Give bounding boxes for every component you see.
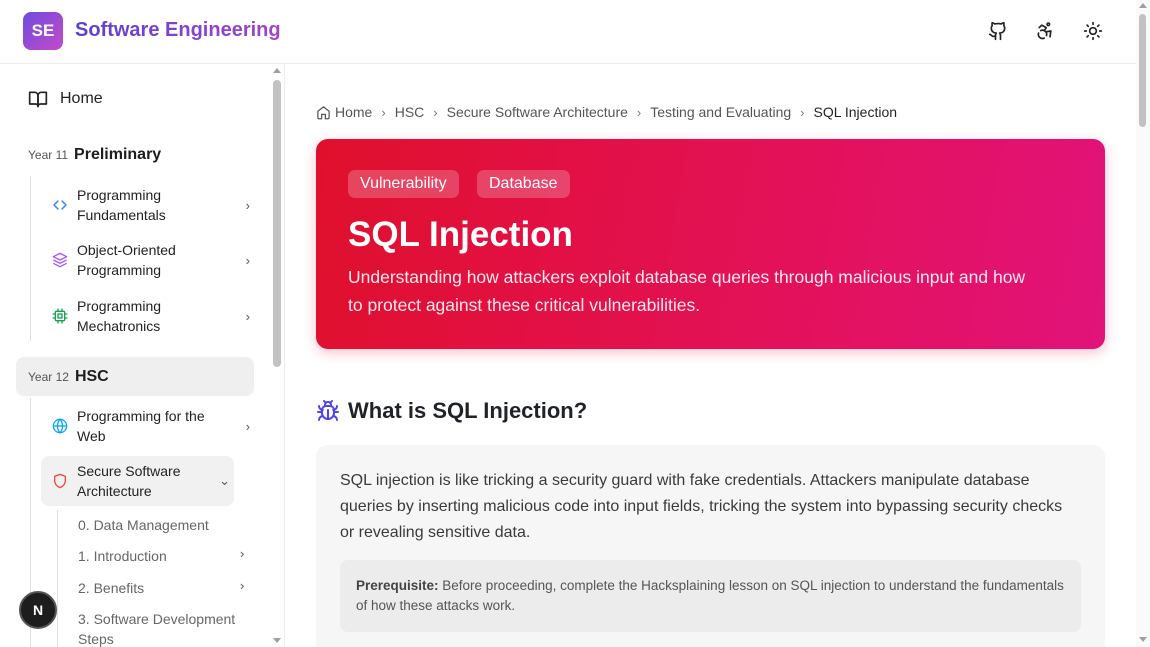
year-tag: Year 12 [28, 370, 69, 384]
sub-item-data-management[interactable]: 0. Data Management [78, 515, 238, 535]
scroll-up-arrow[interactable] [1139, 3, 1147, 8]
sidebar-item-label: Object-Oriented Programming [77, 242, 176, 278]
bug-icon [317, 400, 339, 421]
prerequisite-label: Prerequisite: [356, 578, 439, 593]
sidebar-scrollbar[interactable] [270, 64, 284, 647]
accessibility-icon[interactable] [1032, 18, 1058, 44]
breadcrumb-secure-software-architecture[interactable]: Secure Software Architecture [447, 104, 628, 120]
prerequisite-text: Before proceeding, complete the Hackspla… [356, 578, 1064, 613]
chevron-right-icon: › [381, 104, 386, 120]
breadcrumb-hsc[interactable]: HSC [395, 104, 425, 120]
code-brackets-icon [50, 197, 70, 213]
tree-line [57, 510, 58, 647]
github-icon[interactable] [985, 18, 1011, 44]
hero-banner: Vulnerability Database SQL Injection Und… [316, 139, 1105, 349]
section-body: SQL injection is like tricking a securit… [340, 472, 1063, 541]
section-heading: What is SQL Injection? [316, 398, 587, 424]
breadcrumb-home[interactable]: Home [335, 104, 372, 120]
chevron-right-icon: › [800, 104, 805, 120]
sub-item-software-development-steps[interactable]: 3. Software Development Steps [78, 609, 238, 647]
chevron-right-icon: › [240, 546, 245, 561]
logo-badge[interactable]: SE [23, 12, 63, 50]
globe-icon [50, 418, 70, 434]
breadcrumb-current: SQL Injection [813, 104, 898, 120]
chevron-right-icon: › [245, 418, 250, 434]
chevron-right-icon: › [240, 578, 245, 593]
tag-vulnerability: Vulnerability [348, 170, 459, 198]
content-card: SQL injection is like tricking a securit… [316, 445, 1105, 647]
year-name: HSC [74, 368, 109, 385]
breadcrumb: Home › HSC › Secure Software Architectur… [316, 104, 897, 120]
sidebar-home-link[interactable]: Home [28, 89, 103, 109]
tree-line [30, 176, 31, 341]
home-icon[interactable] [316, 105, 331, 120]
scroll-down-arrow[interactable] [1139, 637, 1147, 642]
page-title: SQL Injection [348, 215, 573, 254]
sidebar-item-label: Programming for the Web [77, 408, 205, 444]
chevron-right-icon: › [433, 104, 438, 120]
year-11-heading[interactable]: Year 11 Preliminary [28, 146, 161, 164]
home-label: Home [60, 90, 103, 107]
sidebar-item-label: Programming Fundamentals [77, 187, 166, 223]
sidebar-item-object-oriented-programming[interactable]: Object-Oriented Programming › [42, 240, 256, 280]
shield-icon [50, 473, 70, 489]
chip-icon [50, 308, 70, 324]
layers-icon [50, 252, 70, 268]
year-name: Preliminary [74, 146, 162, 163]
chevron-down-icon: ⌄ [219, 473, 230, 488]
sidebar-item-programming-for-the-web[interactable]: Programming for the Web › [42, 406, 256, 446]
site-title[interactable]: Software Engineering [75, 19, 281, 42]
chevron-right-icon: › [636, 104, 642, 120]
sidebar-item-secure-software-architecture[interactable]: Secure Software Architecture ⌄ [42, 461, 256, 501]
scroll-down-arrow[interactable] [273, 638, 281, 643]
tag-database: Database [477, 170, 570, 198]
chevron-right-icon: › [245, 252, 250, 268]
sub-item-benefits[interactable]: 2. Benefits [78, 578, 238, 598]
chevron-right-icon: › [245, 308, 250, 324]
top-header: SE Software Engineering [0, 0, 1136, 64]
page-subtitle: Understanding how attackers exploit data… [348, 267, 1026, 315]
page-scrollbar[interactable] [1136, 0, 1150, 647]
sub-item-introduction[interactable]: 1. Introduction [78, 546, 238, 566]
sidebar-item-programming-mechatronics[interactable]: Programming Mechatronics › [42, 296, 256, 336]
scroll-up-arrow[interactable] [273, 68, 281, 73]
sidebar-item-programming-fundamentals[interactable]: Programming Fundamentals › [42, 185, 256, 225]
theme-sun-icon[interactable] [1080, 18, 1106, 44]
sidebar-scrollbar-thumb[interactable] [273, 80, 281, 367]
chevron-right-icon: › [245, 197, 250, 213]
user-avatar[interactable]: N [19, 591, 57, 629]
sidebar: Home Year 11 Preliminary Programming Fun… [0, 64, 285, 647]
sidebar-item-label: Programming Mechatronics [77, 298, 162, 334]
breadcrumb-testing-and-evaluating[interactable]: Testing and Evaluating [650, 104, 791, 120]
sidebar-item-label: Secure Software Architecture [77, 463, 181, 499]
book-open-icon [28, 91, 48, 108]
year-12-heading[interactable]: Year 12 HSC [28, 368, 109, 386]
year-tag: Year 11 [28, 148, 69, 162]
prerequisite-note: Prerequisite: Before proceeding, complet… [340, 560, 1081, 632]
section-title: What is SQL Injection? [348, 398, 588, 423]
page-scrollbar-thumb[interactable] [1139, 14, 1146, 127]
